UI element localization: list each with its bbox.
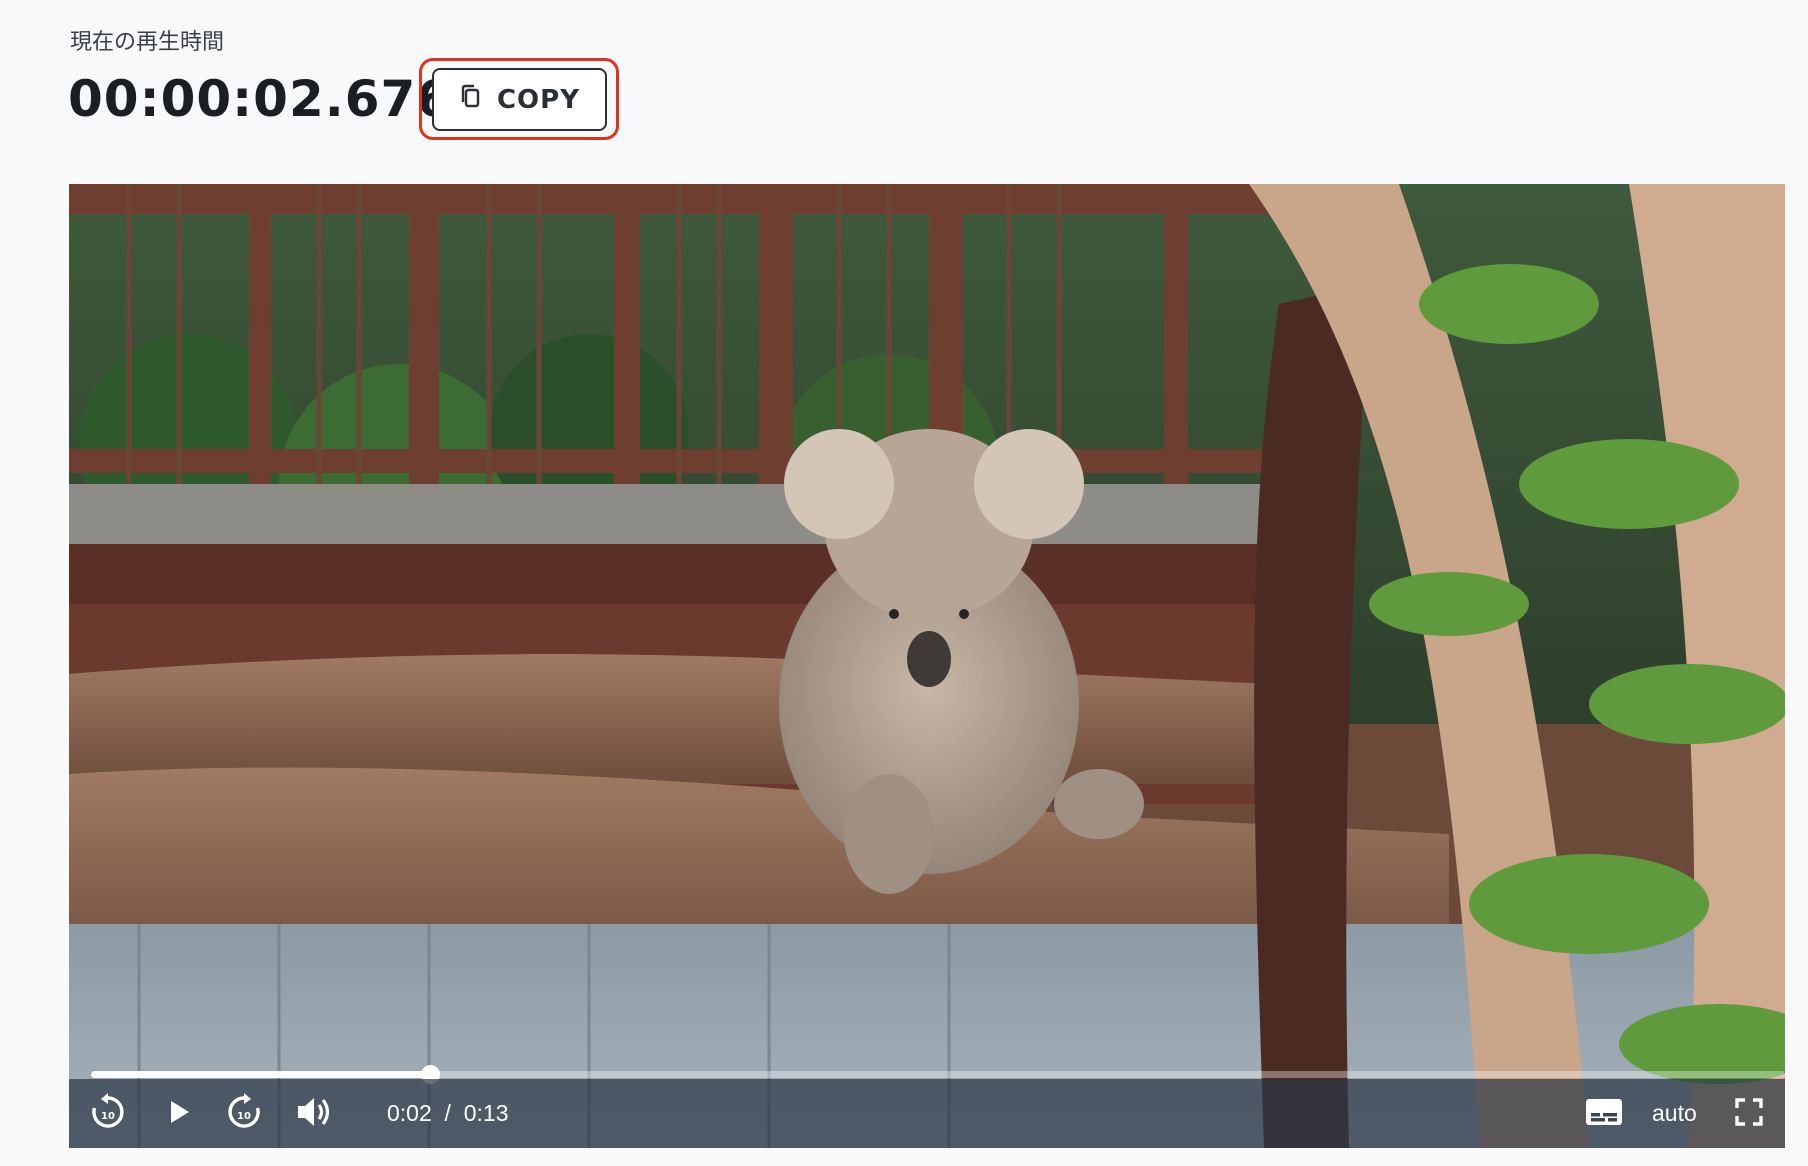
playback-current: 0:02 [387,1100,432,1126]
current-time-label: 現在の再生時間 [70,30,225,55]
replay-10-icon: 10 [88,1092,128,1137]
copy-button[interactable]: COPY [432,68,607,131]
quality-selector[interactable]: auto [1652,1100,1697,1127]
playback-time: 0:02 / 0:13 [387,1100,508,1127]
progress-bar-fill [91,1071,430,1078]
copy-icon [459,84,483,115]
subtitles-icon [1585,1097,1623,1132]
play-button[interactable] [155,1091,201,1137]
fullscreen-icon [1734,1097,1764,1132]
player-controls: 10 10 0:02 / 0:13 auto [69,1079,1785,1148]
fullscreen-button[interactable] [1726,1091,1772,1137]
forward-10-icon: 10 [224,1092,264,1137]
volume-icon [295,1095,333,1134]
video-frame [69,184,1785,1148]
playback-duration: 0:13 [463,1100,509,1126]
forward-10-button[interactable]: 10 [221,1091,267,1137]
replay-10-button[interactable]: 10 [85,1091,131,1137]
volume-button[interactable] [291,1091,337,1137]
subtitles-button[interactable] [1581,1091,1627,1137]
progress-bar[interactable] [91,1065,1785,1084]
copy-button-label: COPY [496,84,581,115]
video-player[interactable]: 10 10 0:02 / 0:13 auto [69,184,1785,1148]
current-time-value: 00:00:02.676 [68,70,453,128]
svg-text:10: 10 [237,1111,251,1122]
svg-text:10: 10 [101,1111,115,1122]
play-icon [163,1097,193,1132]
